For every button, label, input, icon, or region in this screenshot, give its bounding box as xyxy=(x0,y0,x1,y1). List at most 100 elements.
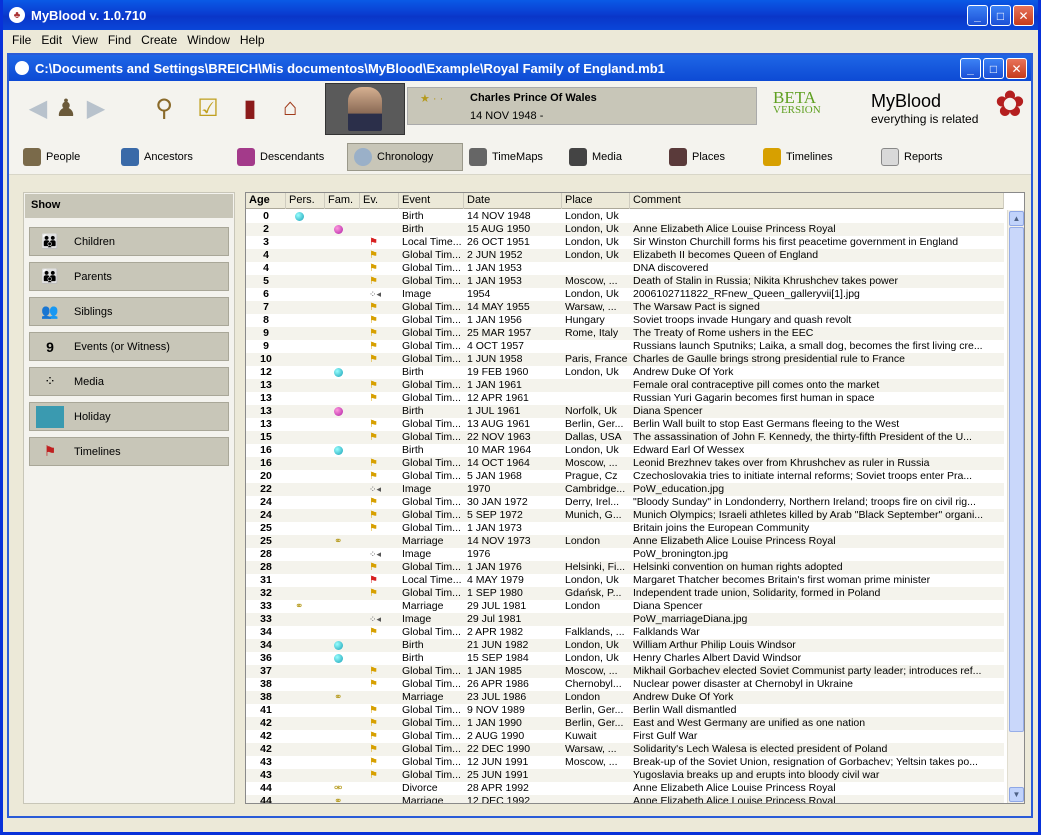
minimize-icon[interactable]: _ xyxy=(967,5,988,26)
table-row[interactable]: 16 ⚑ Global Tim... 14 OCT 1964 Moscow, ... Le… xyxy=(246,457,1004,470)
table-row[interactable]: 5 ⚑ Global Tim... 1 JAN 1953 Moscow, ... Deat… xyxy=(246,275,1004,288)
table-row[interactable]: 6 ⁘◂ Image 1954 London, Uk 2006102711822_RFne… xyxy=(246,288,1004,301)
table-row[interactable]: 3 ⚑ Local Time... 26 OCT 1951 London, Uk Sir … xyxy=(246,236,1004,249)
scroll-up-icon[interactable]: ▲ xyxy=(1009,211,1024,226)
person-icon[interactable]: ♟ xyxy=(51,93,81,123)
col-ev-header[interactable]: Ev. xyxy=(360,193,399,209)
vertical-scrollbar[interactable]: ▲ ▼ xyxy=(1007,210,1024,803)
table-row[interactable]: 41 ⚑ Global Tim... 9 NOV 1989 Berlin, Ger...… xyxy=(246,704,1004,717)
table-row[interactable]: 33 ⁘◂ Image 29 Jul 1981 PoW_marriageDiana.jp… xyxy=(246,613,1004,626)
table-row[interactable]: 13 ⚑ Global Tim... 1 JAN 1961 Female oral co… xyxy=(246,379,1004,392)
table-row[interactable]: 25 ⚑ Global Tim... 1 JAN 1973 Britain joins … xyxy=(246,522,1004,535)
close-icon[interactable]: ✕ xyxy=(1013,5,1034,26)
table-row[interactable]: 25 ⚭ Marriage 14 NOV 1973 London Anne Elizabe… xyxy=(246,535,1004,548)
table-row[interactable]: 10 ⚑ Global Tim... 1 JUN 1958 Paris, France C… xyxy=(246,353,1004,366)
show-timelines-button[interactable]: ⚑ Timelines xyxy=(29,437,229,466)
show-media-button[interactable]: ⁘ Media xyxy=(29,367,229,396)
app-titlebar[interactable]: ♣ MyBlood v. 1.0.710 _ □ ✕ xyxy=(3,0,1038,30)
home-icon[interactable]: ⌂ xyxy=(275,93,305,123)
col-date-header[interactable]: Date xyxy=(464,193,562,209)
table-row[interactable]: 20 ⚑ Global Tim... 5 JAN 1968 Prague, Cz Czec… xyxy=(246,470,1004,483)
doc-minimize-icon[interactable]: _ xyxy=(960,58,981,79)
current-person-box[interactable]: ★ · · Charles Prince Of Wales 14 NOV 194… xyxy=(407,87,757,125)
table-row[interactable]: 33 ⚭ Marriage 29 JUL 1981 London Diana Spence… xyxy=(246,600,1004,613)
scroll-down-icon[interactable]: ▼ xyxy=(1009,787,1024,802)
table-row[interactable]: 16 Birth 10 MAR 1964 London, Uk Edward Earl … xyxy=(246,444,1004,457)
forward-arrow-icon[interactable]: ▶ xyxy=(81,93,111,123)
table-row[interactable]: 42 ⚑ Global Tim... 1 JAN 1990 Berlin, Ger...… xyxy=(246,717,1004,730)
checklist-icon[interactable]: ☑ xyxy=(193,93,223,123)
show-children-button[interactable]: 👪 Children xyxy=(29,227,229,256)
maximize-icon[interactable]: □ xyxy=(990,5,1011,26)
doc-maximize-icon[interactable]: □ xyxy=(983,58,1004,79)
document-titlebar[interactable]: C:\Documents and Settings\BREICH\Mis doc… xyxy=(9,55,1031,81)
cell-pers xyxy=(286,535,325,548)
table-row[interactable]: 9 ⚑ Global Tim... 4 OCT 1957 Russians launch… xyxy=(246,340,1004,353)
table-row[interactable]: 4 ⚑ Global Tim... 2 JUN 1952 London, Uk Eliza… xyxy=(246,249,1004,262)
table-row[interactable]: 38 ⚭ Marriage 23 JUL 1986 London Andrew Duke … xyxy=(246,691,1004,704)
table-row[interactable]: 44 ⚮ Divorce 28 APR 1992 Anne Elizabeth Alic… xyxy=(246,782,1004,795)
table-row[interactable]: 22 ⁘◂ Image 1970 Cambridge... PoW_education.j… xyxy=(246,483,1004,496)
back-arrow-icon[interactable]: ◀ xyxy=(23,93,53,123)
table-row[interactable]: 7 ⚑ Global Tim... 14 MAY 1955 Warsaw, ... The… xyxy=(246,301,1004,314)
nav-media[interactable]: Media xyxy=(563,143,628,171)
show-parents-button[interactable]: 👪 Parents xyxy=(29,262,229,291)
nav-places[interactable]: Places xyxy=(663,143,731,171)
nav-ancestors[interactable]: Ancestors xyxy=(115,143,199,171)
col-fam-header[interactable]: Fam. xyxy=(325,193,360,209)
table-row[interactable]: 42 ⚑ Global Tim... 2 AUG 1990 Kuwait First Gu… xyxy=(246,730,1004,743)
table-row[interactable]: 24 ⚑ Global Tim... 5 SEP 1972 Munich, G... Mu… xyxy=(246,509,1004,522)
table-row[interactable]: 4 ⚑ Global Tim... 1 JAN 1953 DNA discovered xyxy=(246,262,1004,275)
menu-file[interactable]: File xyxy=(7,33,36,47)
show-holiday-button[interactable]: Holiday xyxy=(29,402,229,431)
table-row[interactable]: 13 ⚑ Global Tim... 13 AUG 1961 Berlin, Ger..… xyxy=(246,418,1004,431)
table-row[interactable]: 32 ⚑ Global Tim... 1 SEP 1980 Gdańsk, P... In… xyxy=(246,587,1004,600)
table-row[interactable]: 36 Birth 15 SEP 1984 London, Uk Henry Charle… xyxy=(246,652,1004,665)
menu-edit[interactable]: Edit xyxy=(36,33,67,47)
table-row[interactable]: 43 ⚑ Global Tim... 25 JUN 1991 Yugoslavia br… xyxy=(246,769,1004,782)
menu-view[interactable]: View xyxy=(67,33,103,47)
table-row[interactable]: 12 Birth 19 FEB 1960 London, Uk Andrew Duke … xyxy=(246,366,1004,379)
table-row[interactable]: 13 ⚑ Global Tim... 12 APR 1961 Russian Yuri … xyxy=(246,392,1004,405)
table-row[interactable]: 28 ⁘◂ Image 1976 PoW_bronington.jpg xyxy=(246,548,1004,561)
show-siblings-button[interactable]: 👥 Siblings xyxy=(29,297,229,326)
bookmark-icon[interactable]: ▮ xyxy=(235,93,265,123)
table-row[interactable]: 13 Birth 1 JUL 1961 Norfolk, Uk Diana Spence… xyxy=(246,405,1004,418)
table-row[interactable]: 37 ⚑ Global Tim... 1 JAN 1985 Moscow, ... Mik… xyxy=(246,665,1004,678)
nav-descendants[interactable]: Descendants xyxy=(231,143,330,171)
col-event-header[interactable]: Event xyxy=(399,193,464,209)
menu-create[interactable]: Create xyxy=(136,33,182,47)
table-row[interactable]: 0 Birth 14 NOV 1948 London, Uk xyxy=(246,210,1004,223)
show-events-button[interactable]: 9 Events (or Witness) xyxy=(29,332,229,361)
nav-people[interactable]: People xyxy=(17,143,86,171)
menu-find[interactable]: Find xyxy=(103,33,136,47)
magnifier-icon[interactable]: ⚲ xyxy=(149,93,179,123)
menu-help[interactable]: Help xyxy=(235,33,270,47)
table-row[interactable]: 28 ⚑ Global Tim... 1 JAN 1976 Helsinki, Fi..… xyxy=(246,561,1004,574)
col-age-header[interactable]: Age xyxy=(246,193,286,209)
table-row[interactable]: 31 ⚑ Local Time... 4 MAY 1979 London, Uk Marg… xyxy=(246,574,1004,587)
col-place-header[interactable]: Place xyxy=(562,193,630,209)
nav-timelines[interactable]: Timelines xyxy=(757,143,839,171)
doc-close-icon[interactable]: ✕ xyxy=(1006,58,1027,79)
table-row[interactable]: 38 ⚑ Global Tim... 26 APR 1986 Chernobyl... N… xyxy=(246,678,1004,691)
table-row[interactable]: 8 ⚑ Global Tim... 1 JAN 1956 Hungary Soviet t… xyxy=(246,314,1004,327)
person-photo[interactable] xyxy=(325,83,405,135)
nav-label: Ancestors xyxy=(144,151,193,163)
nav-timemaps[interactable]: TimeMaps xyxy=(463,143,549,171)
table-row[interactable]: 42 ⚑ Global Tim... 22 DEC 1990 Warsaw, ... So… xyxy=(246,743,1004,756)
nav-chronology[interactable]: Chronology xyxy=(347,143,463,171)
nav-reports[interactable]: Reports xyxy=(875,143,949,171)
table-row[interactable]: 43 ⚑ Global Tim... 12 JUN 1991 Moscow, ... Br… xyxy=(246,756,1004,769)
col-pers-header[interactable]: Pers. xyxy=(286,193,325,209)
table-row[interactable]: 24 ⚑ Global Tim... 30 JAN 1972 Derry, Irel..… xyxy=(246,496,1004,509)
table-row[interactable]: 15 ⚑ Global Tim... 22 NOV 1963 Dallas, USA Th… xyxy=(246,431,1004,444)
menu-window[interactable]: Window xyxy=(182,33,235,47)
table-row[interactable]: 34 Birth 21 JUN 1982 London, Uk William Arth… xyxy=(246,639,1004,652)
col-comment-header[interactable]: Comment xyxy=(630,193,1004,209)
scroll-thumb[interactable] xyxy=(1009,227,1024,732)
table-row[interactable]: 44 ⚭ Marriage 12 DEC 1992 Anne Elizabeth Ali… xyxy=(246,795,1004,803)
table-row[interactable]: 9 ⚑ Global Tim... 25 MAR 1957 Rome, Italy The… xyxy=(246,327,1004,340)
table-row[interactable]: 2 Birth 15 AUG 1950 London, Uk Anne Elizabet… xyxy=(246,223,1004,236)
table-row[interactable]: 34 ⚑ Global Tim... 2 APR 1982 Falklands, ...… xyxy=(246,626,1004,639)
